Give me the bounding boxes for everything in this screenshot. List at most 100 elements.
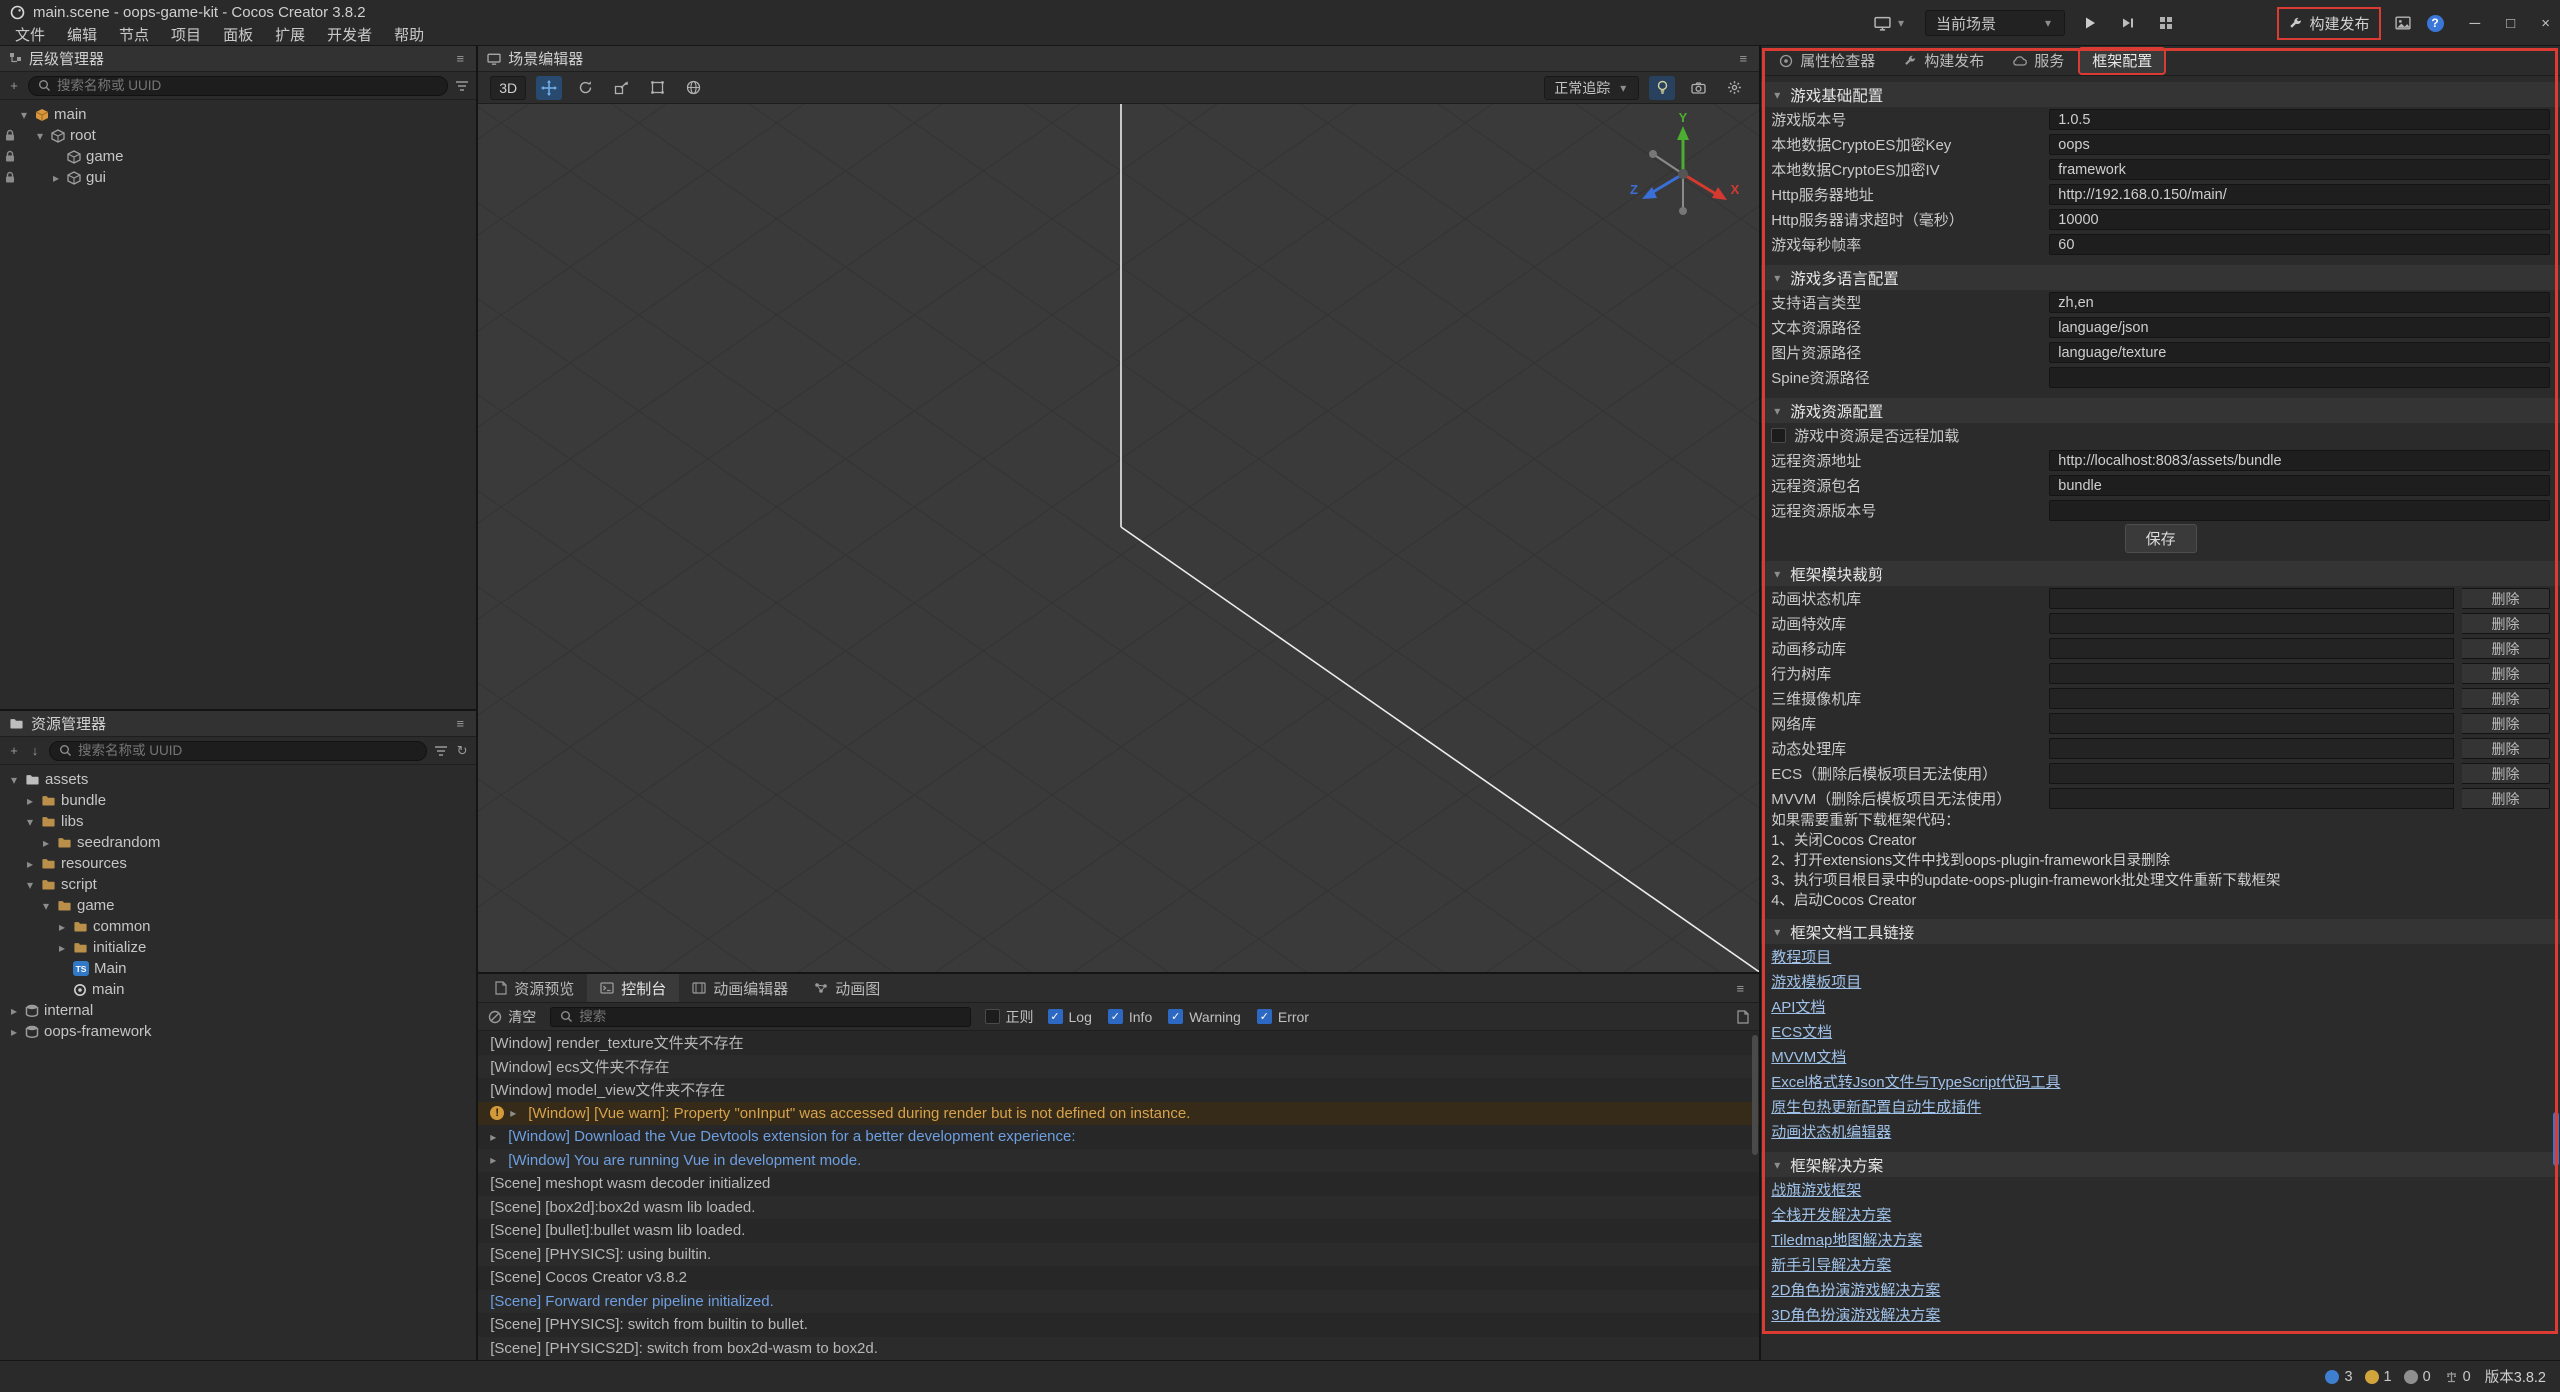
console-search-input[interactable]: [579, 1009, 960, 1024]
image-icon[interactable]: [2395, 16, 2411, 30]
field-input[interactable]: [2049, 500, 2550, 521]
assets-search-input[interactable]: [78, 743, 417, 758]
field-input[interactable]: [2049, 209, 2550, 230]
scene-light-toggle-icon[interactable]: [1649, 76, 1675, 100]
filter-icon[interactable]: [455, 80, 469, 92]
scale-tool-icon[interactable]: [608, 76, 634, 100]
doc-link[interactable]: 教程项目: [1771, 946, 1831, 967]
tree-item-internal[interactable]: ▸internal: [0, 1000, 476, 1021]
message-counter-1[interactable]: 1: [2365, 1369, 2392, 1385]
expand-arrow-icon[interactable]: ▸: [510, 1106, 522, 1120]
tree-item-script[interactable]: ▾script: [0, 874, 476, 895]
section-header[interactable]: ▾游戏基础配置: [1761, 82, 2560, 107]
tree-item-gui[interactable]: ▸gui: [0, 167, 476, 188]
section-header[interactable]: ▾框架模块裁剪: [1761, 561, 2560, 586]
console-search[interactable]: [550, 1007, 970, 1027]
tree-item-main[interactable]: ▾main: [0, 104, 476, 125]
delete-button[interactable]: 删除: [2462, 688, 2550, 709]
field-input[interactable]: [2049, 450, 2550, 471]
device-select[interactable]: ▾: [1868, 12, 1913, 35]
delete-button[interactable]: 删除: [2462, 763, 2550, 784]
field-input[interactable]: [2049, 159, 2550, 180]
tab-service[interactable]: 服务: [2000, 49, 2076, 73]
message-counter-2[interactable]: 0: [2404, 1369, 2431, 1385]
hierarchy-search[interactable]: [28, 76, 448, 96]
tree-item-oops-framework[interactable]: ▸oops-framework: [0, 1021, 476, 1042]
field-input[interactable]: [2049, 184, 2550, 205]
message-counter-0[interactable]: 3: [2325, 1369, 2352, 1385]
doc-link[interactable]: 原生包热更新配置自动生成插件: [1771, 1096, 1981, 1117]
panel-menu-icon[interactable]: ≡: [453, 52, 467, 65]
tab-build[interactable]: 构建发布: [1891, 49, 1996, 73]
doc-link[interactable]: 新手引导解决方案: [1771, 1254, 1891, 1275]
menu-item-5[interactable]: 扩展: [264, 24, 316, 45]
tree-item-bundle[interactable]: ▸bundle: [0, 790, 476, 811]
section-header[interactable]: ▾框架解决方案: [1761, 1152, 2560, 1177]
add-asset-button[interactable]: +: [7, 744, 21, 757]
doc-link[interactable]: 游戏模板项目: [1771, 971, 1861, 992]
doc-link[interactable]: 2D角色扮演游戏解决方案: [1771, 1279, 1940, 1300]
filter-log[interactable]: ✓Log: [1048, 1009, 1092, 1025]
rotate-tool-icon[interactable]: [572, 76, 598, 100]
log-row[interactable]: ▸[Window] Download the Vue Devtools exte…: [478, 1125, 1759, 1149]
scene-settings-gear-icon[interactable]: [1721, 76, 1747, 100]
doc-link[interactable]: Excel格式转Json文件与TypeScript代码工具: [1771, 1071, 2060, 1092]
delete-button[interactable]: 删除: [2462, 588, 2550, 609]
section-header[interactable]: ▾框架文档工具链接: [1761, 919, 2560, 944]
doc-link[interactable]: MVVM文档: [1771, 1046, 1846, 1067]
current-scene-select[interactable]: 当前场景 ▾: [1925, 10, 2065, 36]
doc-link[interactable]: 3D角色扮演游戏解决方案: [1771, 1304, 1940, 1325]
panel-menu-icon[interactable]: ≡: [1736, 52, 1750, 65]
delete-button[interactable]: 删除: [2462, 638, 2550, 659]
tree-item-game[interactable]: ▾game: [0, 895, 476, 916]
layout-grid-button[interactable]: [2153, 12, 2179, 34]
menu-item-3[interactable]: 项目: [160, 24, 212, 45]
refresh-icon[interactable]: ↻: [455, 744, 469, 757]
field-input[interactable]: [2049, 134, 2550, 155]
clear-console-button[interactable]: 清空: [488, 1007, 536, 1027]
view-mode-select[interactable]: 正常追踪 ▾: [1544, 76, 1639, 100]
delete-button[interactable]: 删除: [2462, 613, 2550, 634]
field-input[interactable]: [2049, 475, 2550, 496]
config-checkbox-row[interactable]: 游戏中资源是否远程加载: [1761, 423, 2560, 448]
hierarchy-search-input[interactable]: [57, 78, 438, 93]
tab-inspector[interactable]: 属性检查器: [1767, 49, 1887, 73]
tab-preview[interactable]: 资源预览: [482, 974, 587, 1002]
orientation-gizmo[interactable]: Y X Z: [1623, 110, 1743, 230]
field-input[interactable]: [2049, 234, 2550, 255]
menu-item-6[interactable]: 开发者: [316, 24, 383, 45]
expand-arrow-icon[interactable]: ▸: [490, 1153, 502, 1167]
tree-item-resources[interactable]: ▸resources: [0, 853, 476, 874]
lock-icon[interactable]: [4, 150, 16, 162]
delete-button[interactable]: 删除: [2462, 713, 2550, 734]
save-button[interactable]: 保存: [2125, 524, 2197, 553]
assets-search[interactable]: [49, 741, 427, 761]
maximize-button[interactable]: □: [2506, 15, 2515, 32]
help-icon[interactable]: ?: [2427, 15, 2444, 32]
move-tool-icon[interactable]: [536, 76, 562, 100]
lock-icon[interactable]: [4, 129, 16, 141]
close-button[interactable]: ×: [2541, 15, 2550, 32]
export-log-icon[interactable]: [1737, 1010, 1749, 1024]
field-input[interactable]: [2049, 317, 2550, 338]
tree-item-initialize[interactable]: ▸initialize: [0, 937, 476, 958]
field-input[interactable]: [2049, 292, 2550, 313]
doc-link[interactable]: 全栈开发解决方案: [1771, 1204, 1891, 1225]
lock-icon[interactable]: [4, 171, 16, 183]
tree-item-main[interactable]: main: [0, 979, 476, 1000]
doc-link[interactable]: API文档: [1771, 996, 1825, 1017]
inspector-scrollbar[interactable]: [2553, 1112, 2559, 1166]
tree-item-libs[interactable]: ▾libs: [0, 811, 476, 832]
tab-framework-config[interactable]: 框架配置: [2080, 49, 2164, 73]
tab-anim-editor[interactable]: 动画编辑器: [679, 974, 801, 1002]
filter-warning[interactable]: ✓Warning: [1168, 1009, 1241, 1025]
filter-icon[interactable]: [434, 745, 448, 757]
projection-toggle-button[interactable]: 3D: [490, 76, 526, 100]
world-space-tool-icon[interactable]: [680, 76, 706, 100]
tree-item-assets[interactable]: ▾assets: [0, 769, 476, 790]
tab-console[interactable]: 控制台: [587, 974, 679, 1002]
doc-link[interactable]: 动画状态机编辑器: [1771, 1121, 1891, 1142]
tab-anim-graph[interactable]: 动画图: [801, 974, 893, 1002]
doc-link[interactable]: 战旗游戏框架: [1771, 1179, 1861, 1200]
regex-toggle[interactable]: 正则: [985, 1007, 1034, 1027]
